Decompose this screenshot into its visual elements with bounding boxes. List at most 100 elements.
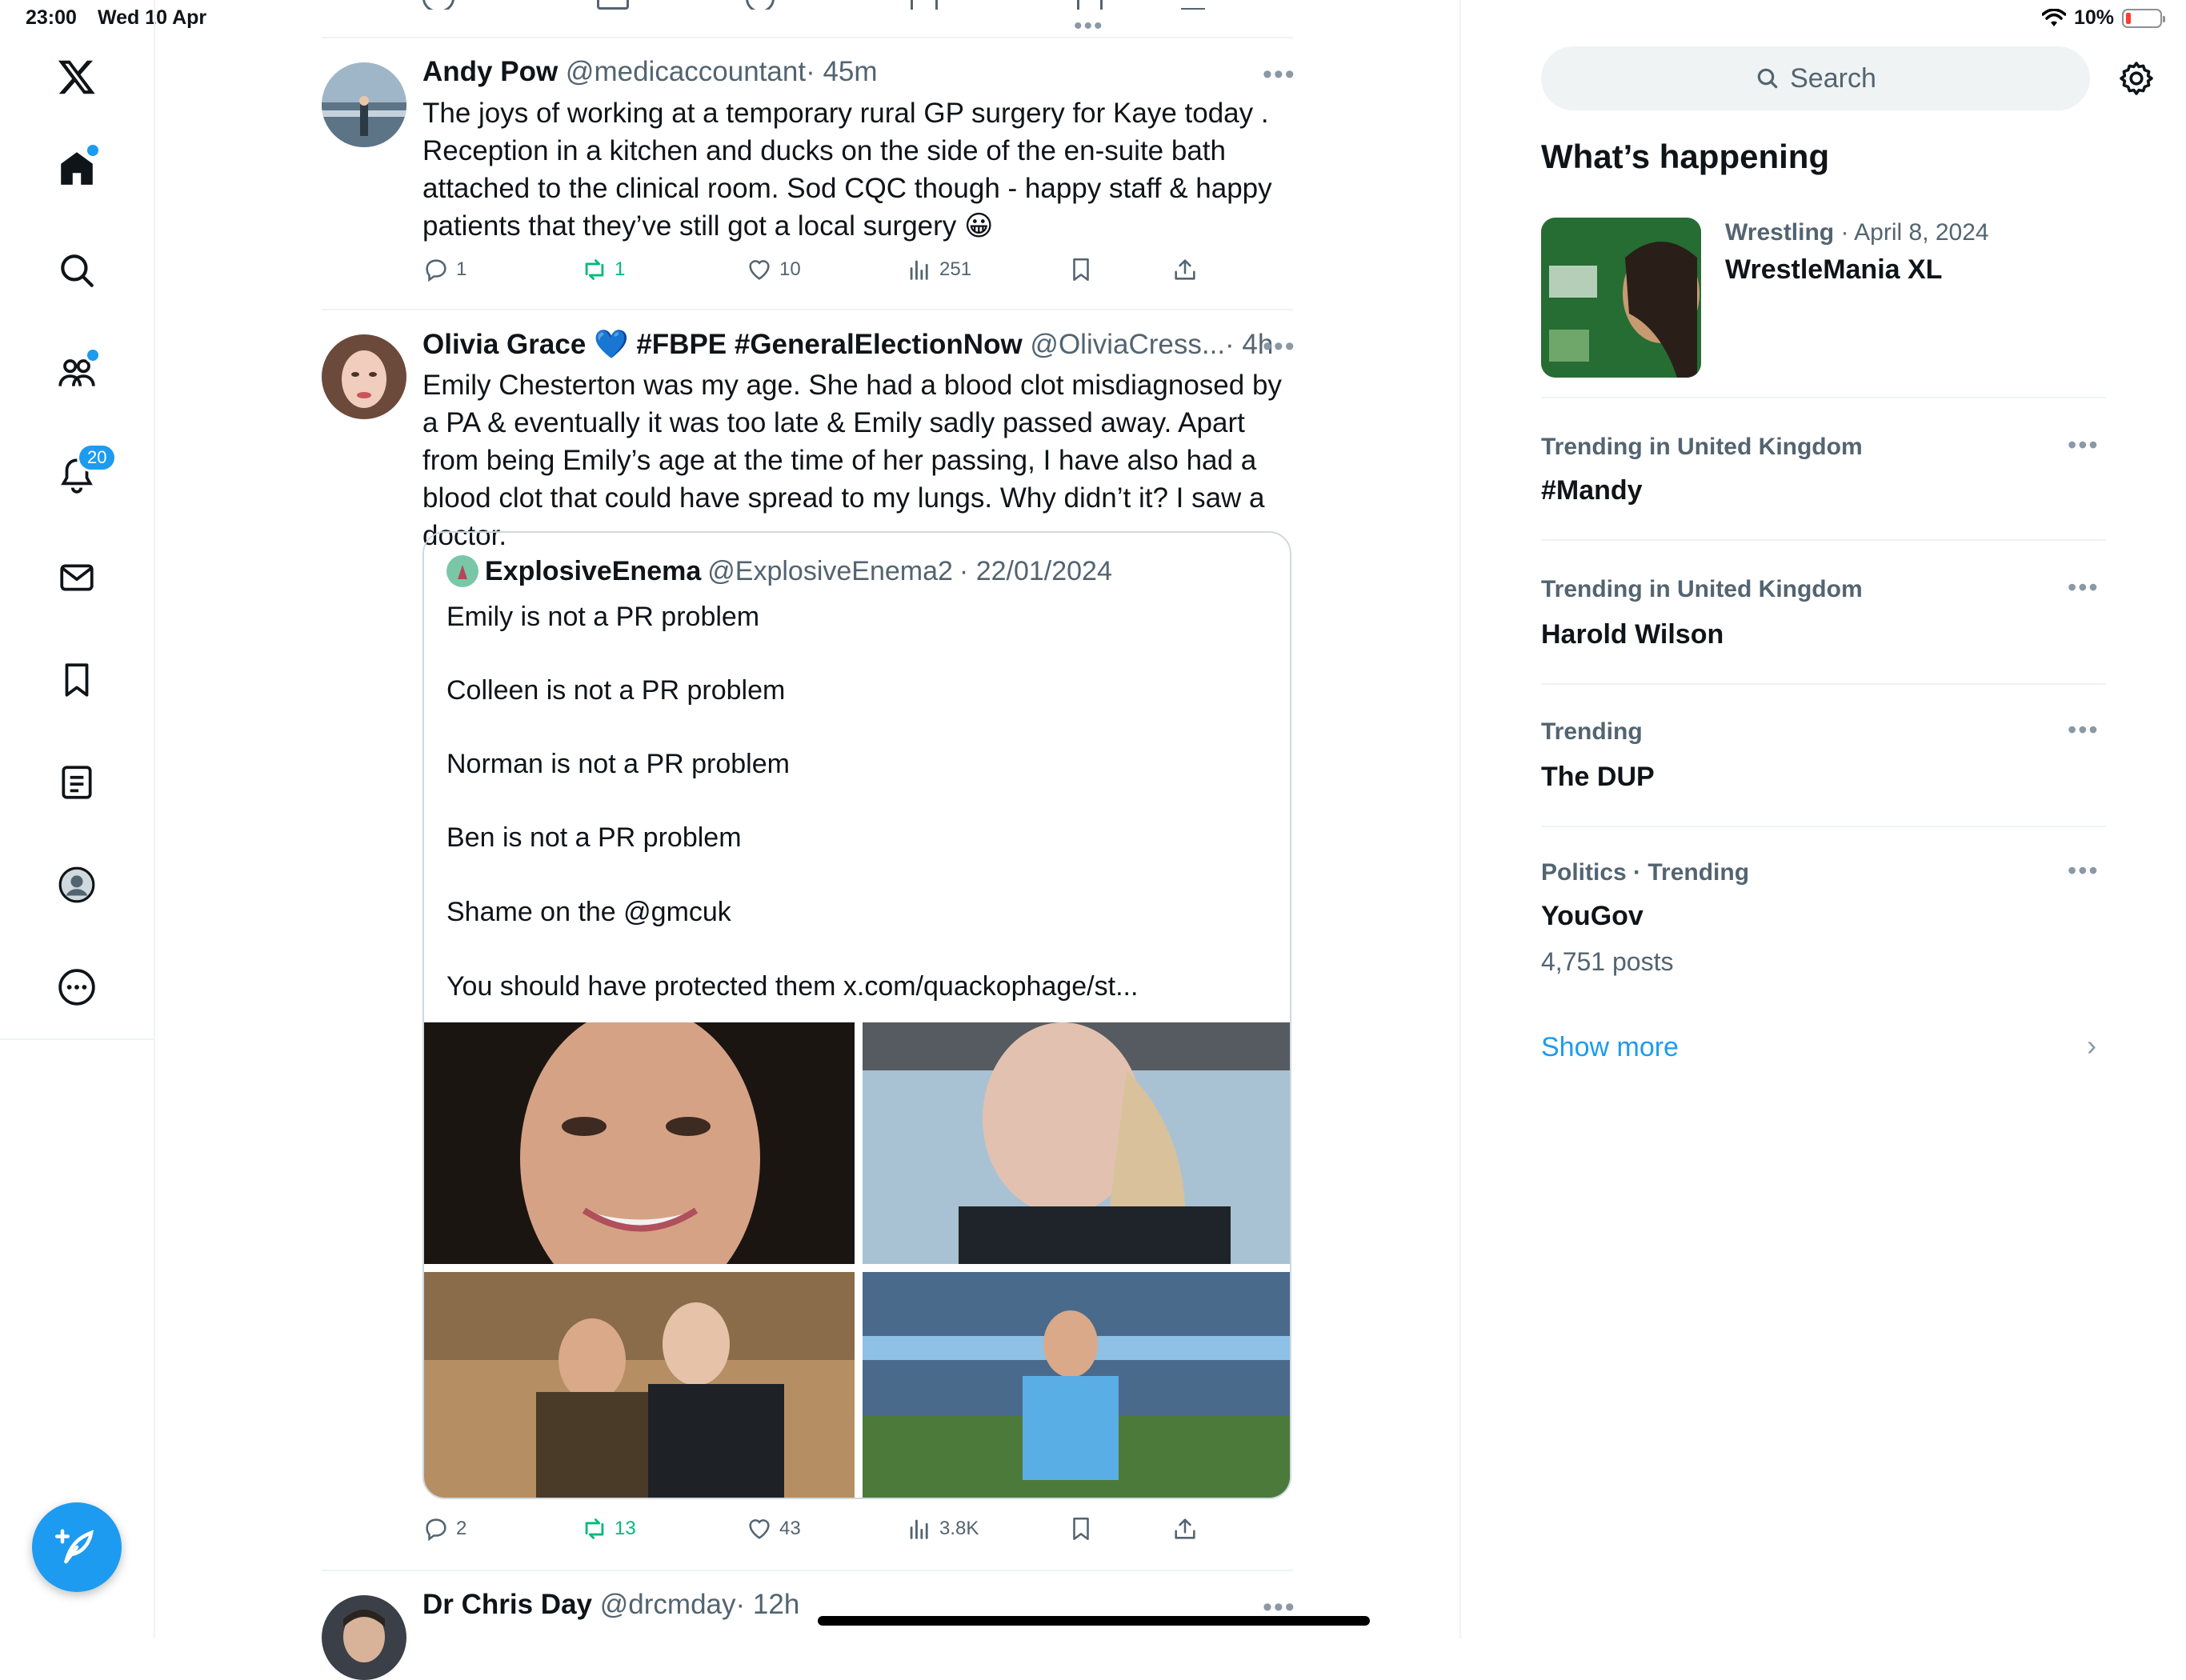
like-button[interactable]: 43 bbox=[746, 1515, 801, 1542]
trend-context: Politics · Trending bbox=[1541, 859, 1749, 886]
share-icon bbox=[1175, 1518, 1195, 1539]
tweet-timestamp[interactable]: · 45m bbox=[806, 56, 877, 87]
feather-plus-icon bbox=[55, 1529, 94, 1564]
tweet-author-handle[interactable]: @OliviaCress... bbox=[1030, 329, 1225, 360]
reply-button[interactable]: 2 bbox=[422, 1515, 466, 1542]
quoted-tweet-header: ExplosiveEnema @ExplosiveEnema2 · 22/01/2… bbox=[446, 555, 1112, 587]
bookmark-button[interactable] bbox=[1067, 1515, 1095, 1542]
nav-explore[interactable] bbox=[37, 230, 117, 310]
tweet-author-name[interactable]: Olivia Grace 💙 #FBPE #GeneralElectionNow bbox=[422, 329, 1023, 360]
tweet-author-name[interactable]: Dr Chris Day bbox=[422, 1589, 592, 1620]
heart-icon bbox=[749, 260, 770, 280]
reply-icon bbox=[426, 1518, 446, 1542]
tweet-author-name[interactable]: Andy Pow bbox=[422, 56, 558, 87]
reply-button[interactable]: 1 bbox=[422, 256, 466, 283]
event-date: · April 8, 2024 bbox=[1840, 219, 1989, 246]
view-count: 3.8K bbox=[939, 1518, 979, 1539]
tweet-avatar[interactable] bbox=[322, 334, 406, 419]
quoted-photo[interactable] bbox=[424, 1272, 855, 1498]
trend-context-text: Politics · Trending bbox=[1541, 859, 1750, 886]
quoted-text-line: Emily is not a PR problem bbox=[446, 602, 760, 632]
tweet-author-handle[interactable]: @medicaccountant bbox=[566, 56, 806, 87]
tweet-more-icon[interactable]: ••• bbox=[1263, 331, 1296, 362]
like-button[interactable]: 10 bbox=[746, 256, 801, 283]
share-button[interactable] bbox=[1171, 256, 1199, 283]
bookmark-icon bbox=[65, 663, 89, 697]
trend-title[interactable]: YouGov bbox=[1541, 901, 1644, 932]
quoted-author-handle[interactable]: @ExplosiveEnema2 bbox=[707, 556, 953, 587]
quoted-tweet[interactable]: ExplosiveEnema @ExplosiveEnema2 · 22/01/2… bbox=[422, 531, 1291, 1499]
trend-context: Trending in United Kingdom bbox=[1541, 434, 1863, 461]
home-indicator[interactable] bbox=[818, 1616, 1370, 1626]
trend-more-icon[interactable]: ••• bbox=[2068, 715, 2100, 745]
trend-title[interactable]: The DUP bbox=[1541, 762, 1655, 793]
nav-communities[interactable] bbox=[37, 333, 117, 413]
tweet-header: Dr Chris Day @drcmday· 12h bbox=[422, 1589, 799, 1621]
trend-divider bbox=[1541, 397, 2106, 398]
repost-button[interactable]: 13 bbox=[581, 1515, 636, 1542]
compose-button[interactable] bbox=[32, 1502, 122, 1592]
previous-tweet-more-icon[interactable]: ••• bbox=[1074, 13, 1104, 40]
nav-profile[interactable] bbox=[37, 845, 117, 925]
trend-title[interactable]: #Mandy bbox=[1541, 475, 1643, 506]
quoted-photo[interactable] bbox=[424, 1022, 855, 1264]
trend-context-text: Trending in United Kingdom bbox=[1541, 434, 1863, 460]
reply-count: 1 bbox=[456, 258, 467, 280]
communities-unread-dot bbox=[85, 347, 101, 363]
search-input[interactable]: Search bbox=[1541, 46, 2090, 110]
repost-button[interactable]: 1 bbox=[581, 256, 625, 283]
tweet-avatar[interactable] bbox=[322, 1595, 406, 1680]
bookmark-icon bbox=[1073, 1517, 1089, 1541]
nav-notifications[interactable]: 20 bbox=[37, 435, 118, 515]
sidebar-nav: 20 bbox=[0, 0, 155, 1638]
whats-happening-title: What’s happening bbox=[1541, 138, 1830, 175]
bookmark-button[interactable] bbox=[1067, 256, 1095, 283]
trend-more-icon[interactable]: ••• bbox=[2068, 573, 2100, 602]
share-button[interactable] bbox=[1171, 1515, 1199, 1542]
nav-lists[interactable] bbox=[37, 742, 117, 822]
tweet-author-handle[interactable]: @drcmday bbox=[600, 1589, 736, 1620]
tweet-avatar[interactable] bbox=[322, 62, 406, 147]
event-thumbnail[interactable] bbox=[1541, 218, 1701, 378]
trend-more-icon[interactable]: ••• bbox=[2068, 430, 2100, 460]
nav-more[interactable] bbox=[37, 947, 117, 1027]
reply-icon bbox=[426, 259, 446, 282]
nav-home[interactable] bbox=[37, 128, 117, 208]
search-icon bbox=[1757, 68, 1778, 89]
quoted-photo[interactable] bbox=[863, 1272, 1290, 1498]
notifications-badge: 20 bbox=[77, 443, 118, 472]
quoted-timestamp: · 22/01/2024 bbox=[959, 555, 1112, 586]
trend-more-icon[interactable]: ••• bbox=[2068, 856, 2100, 886]
tweet-header: Andy Pow @medicaccountant· 45m bbox=[422, 56, 878, 88]
tweet-timestamp[interactable]: · 12h bbox=[736, 1589, 800, 1620]
repost-count: 1 bbox=[615, 258, 626, 280]
quoted-author-avatar[interactable] bbox=[446, 555, 478, 587]
view-count: 251 bbox=[939, 258, 972, 280]
trend-title[interactable]: Harold Wilson bbox=[1541, 619, 1724, 650]
share-icon bbox=[1175, 259, 1195, 280]
column-divider bbox=[1459, 0, 1461, 1638]
show-more-link[interactable]: Show more bbox=[1541, 1032, 1679, 1063]
quoted-text-line: You should have protected them x.com/qua… bbox=[446, 971, 1139, 1002]
quoted-author-name[interactable]: ExplosiveEnema bbox=[485, 556, 701, 587]
tweet-more-icon[interactable]: ••• bbox=[1263, 59, 1296, 90]
views-button[interactable]: 3.8K bbox=[906, 1515, 979, 1542]
wifi-icon bbox=[2041, 8, 2066, 26]
quoted-photo[interactable] bbox=[863, 1022, 1290, 1264]
home-unread-dot bbox=[85, 142, 101, 158]
quoted-text-line: Shame on the @gmcuk bbox=[446, 897, 731, 927]
bookmark-icon bbox=[1073, 258, 1089, 282]
trend-context-text: Trending in United Kingdom bbox=[1541, 576, 1863, 602]
x-logo[interactable] bbox=[37, 37, 117, 117]
nav-bookmarks[interactable] bbox=[37, 640, 117, 720]
trend-divider bbox=[1541, 826, 2106, 827]
tweet-text: Emily Chesterton was my age. She had a b… bbox=[422, 370, 1282, 551]
repost-icon bbox=[585, 1518, 604, 1539]
nav-messages[interactable] bbox=[37, 538, 117, 618]
like-count: 10 bbox=[779, 258, 801, 280]
event-title[interactable]: WrestleMania XL bbox=[1725, 254, 1942, 286]
views-button[interactable]: 251 bbox=[906, 256, 971, 283]
views-chart-icon bbox=[910, 260, 928, 280]
settings-gear-icon[interactable] bbox=[2117, 59, 2156, 98]
tweet-divider bbox=[322, 37, 1293, 38]
